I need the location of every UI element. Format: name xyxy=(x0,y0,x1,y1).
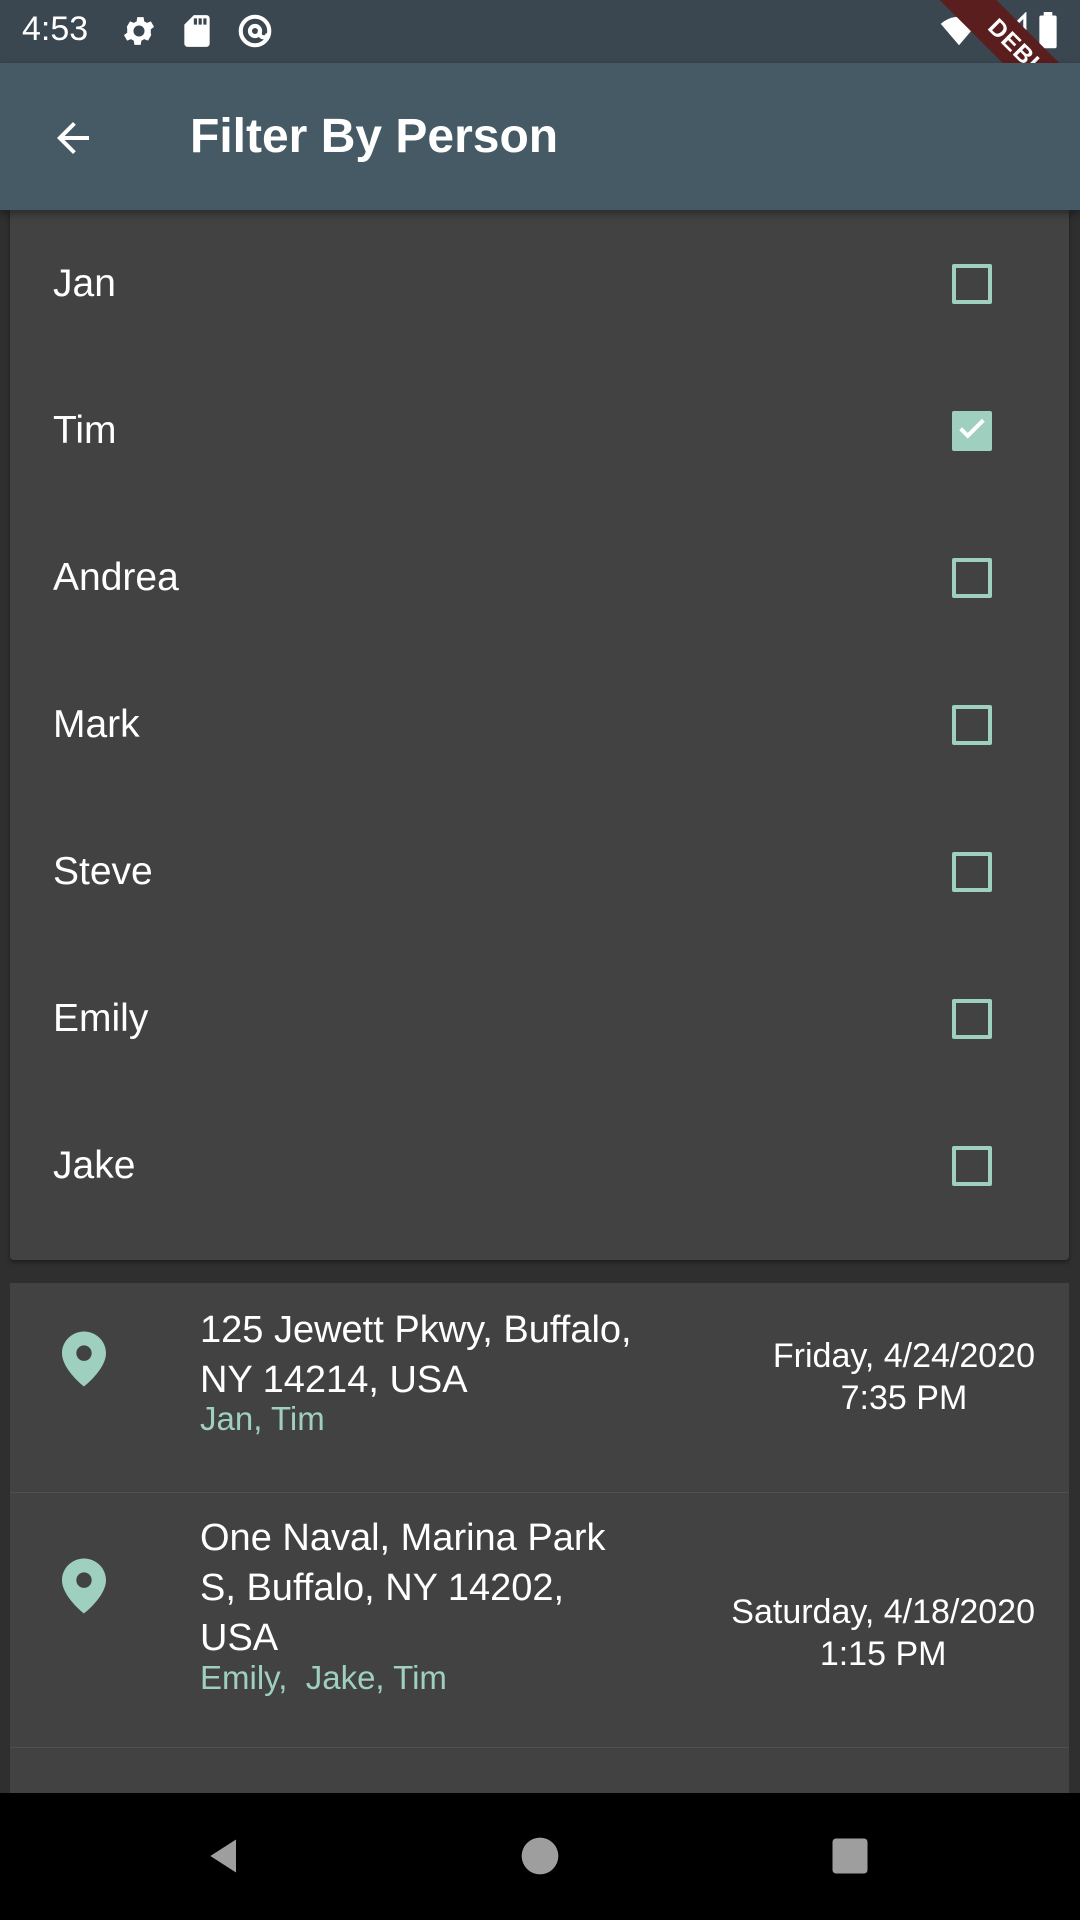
page-title: Filter By Person xyxy=(190,110,559,163)
person-name: Jan xyxy=(53,261,116,305)
checkbox[interactable] xyxy=(952,998,992,1039)
checkbox-checked[interactable] xyxy=(952,410,992,451)
person-name: Mark xyxy=(53,702,140,746)
location-people: Jan, Tim xyxy=(200,1400,325,1437)
location-list: 125 Jewett Pkwy, Buffalo, NY 14214, USA … xyxy=(10,1283,1069,1793)
checkbox[interactable] xyxy=(952,851,992,892)
checkbox[interactable] xyxy=(952,557,992,598)
back-button[interactable] xyxy=(38,105,108,175)
person-name: Emily xyxy=(53,996,149,1040)
gear-icon xyxy=(120,12,158,50)
home-circle-icon xyxy=(518,1834,562,1883)
person-row-tim[interactable]: Tim xyxy=(10,357,1069,504)
nav-recents-button[interactable] xyxy=(815,1823,885,1893)
person-filter-list: Jan Tim Andrea Mark Steve Emily Jake xyxy=(10,210,1069,1260)
location-address: One Naval, Marina Park S, Buffalo, NY 14… xyxy=(200,1517,606,1659)
person-name: Tim xyxy=(53,408,117,452)
location-date: Saturday, 4/18/2020 xyxy=(731,1593,1035,1631)
arrow-back-icon xyxy=(49,114,97,167)
checkbox[interactable] xyxy=(952,263,992,304)
sd-card-icon xyxy=(178,12,216,50)
person-row-jake[interactable]: Jake xyxy=(10,1092,1069,1239)
nav-home-button[interactable] xyxy=(505,1823,575,1893)
location-date: Friday, 4/24/2020 xyxy=(772,1337,1035,1375)
location-datetime: Friday, 4/24/2020 7:35 PM xyxy=(773,1335,1035,1419)
recents-square-icon xyxy=(829,1835,871,1882)
status-bar: 4:53 DEBUG xyxy=(0,0,1080,148)
location-address: 125 Jewett Pkwy, Buffalo, NY 14214, USA xyxy=(200,1309,632,1401)
back-triangle-icon xyxy=(203,1834,247,1883)
at-sign-icon xyxy=(236,12,274,50)
location-item[interactable]: 125 Jewett Pkwy, Buffalo, NY 14214, USA … xyxy=(10,1283,1069,1493)
location-pin-icon xyxy=(62,1558,106,1614)
person-row-steve[interactable]: Steve xyxy=(10,798,1069,945)
person-name: Jake xyxy=(53,1143,136,1187)
screen: 4:53 DEBUG Filter By Person Jan Tim Andr… xyxy=(0,0,1080,1920)
person-row-mark[interactable]: Mark xyxy=(10,651,1069,798)
person-row-andrea[interactable]: Andrea xyxy=(10,504,1069,651)
nav-back-button[interactable] xyxy=(190,1823,260,1893)
app-bar: Filter By Person xyxy=(0,63,1080,210)
location-time: 7:35 PM xyxy=(840,1379,968,1417)
person-row-jan[interactable]: Jan xyxy=(10,210,1069,357)
location-pin-icon xyxy=(62,1331,106,1387)
location-people: Emily, Jake, Tim xyxy=(200,1659,447,1696)
status-time: 4:53 xyxy=(22,10,89,48)
checkbox[interactable] xyxy=(952,1145,992,1186)
location-time: 1:15 PM xyxy=(819,1635,947,1673)
navigation-bar xyxy=(0,1793,1080,1920)
checkbox[interactable] xyxy=(952,704,992,745)
check-icon xyxy=(955,411,989,450)
location-item[interactable]: One Naval, Marina Park S, Buffalo, NY 14… xyxy=(10,1493,1069,1748)
person-name: Steve xyxy=(53,849,153,893)
location-datetime: Saturday, 4/18/2020 1:15 PM xyxy=(731,1591,1035,1675)
person-row-emily[interactable]: Emily xyxy=(10,945,1069,1092)
person-name: Andrea xyxy=(53,555,179,599)
